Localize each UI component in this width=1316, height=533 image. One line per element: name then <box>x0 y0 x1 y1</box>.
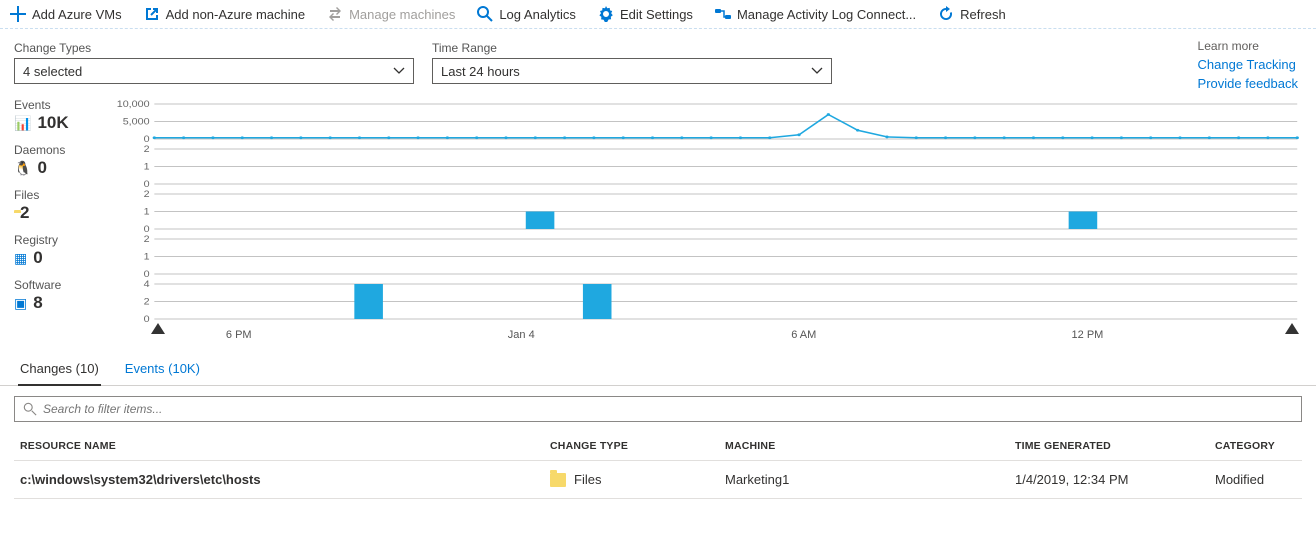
select-value: Last 24 hours <box>441 64 520 79</box>
col-resource[interactable]: RESOURCE NAME <box>20 440 550 452</box>
x-tick: 6 PM <box>226 329 252 341</box>
manage-activity-button[interactable]: Manage Activity Log Connect... <box>715 6 916 22</box>
daemons-icon: 🐧 <box>14 160 31 177</box>
change-tracking-link[interactable]: Change Tracking <box>1198 57 1298 72</box>
cell-machine: Marketing1 <box>725 472 1015 487</box>
svg-text:0: 0 <box>144 270 151 278</box>
search-icon <box>23 402 37 416</box>
events-icon: 📊 <box>14 115 31 132</box>
software-metric-name: Software <box>14 278 109 292</box>
change-types-select[interactable]: 4 selected <box>14 58 414 84</box>
svg-text:1: 1 <box>144 162 151 172</box>
results-table: RESOURCE NAME CHANGE TYPE MACHINE TIME G… <box>0 432 1316 511</box>
svg-text:4: 4 <box>144 280 151 290</box>
software-icon: ▣ <box>14 295 27 312</box>
change-types-label: Change Types <box>14 41 414 55</box>
learn-more-panel: Learn more Change Tracking Provide feedb… <box>1198 39 1298 91</box>
registry-icon: ▦ <box>14 250 27 267</box>
toolbar-label: Edit Settings <box>620 7 693 22</box>
svg-text:10,000: 10,000 <box>117 100 150 110</box>
events-metric-name: Events <box>14 98 109 112</box>
range-handle-left[interactable] <box>151 323 165 334</box>
events-metric-value: 10K <box>37 113 68 133</box>
svg-text:0: 0 <box>144 225 151 233</box>
folder-icon <box>550 473 566 487</box>
tab-events[interactable]: Events (10K) <box>123 355 202 385</box>
chart-strip-files: 0 1 2 <box>109 188 1302 233</box>
plus-icon <box>10 6 26 22</box>
refresh-button[interactable]: Refresh <box>938 6 1006 22</box>
chevron-down-icon <box>393 65 405 77</box>
chart-strip-registry: 0 1 2 <box>109 233 1302 278</box>
x-axis: 6 PM Jan 4 6 AM 12 PM <box>0 323 1316 351</box>
search-box[interactable] <box>14 396 1302 422</box>
svg-text:0: 0 <box>144 315 151 323</box>
toolbar-label: Log Analytics <box>499 7 576 22</box>
files-metric-name: Files <box>14 188 109 202</box>
toolbar-label: Add Azure VMs <box>32 7 122 22</box>
svg-text:0: 0 <box>144 135 151 143</box>
provide-feedback-link[interactable]: Provide feedback <box>1198 76 1298 91</box>
add-azure-vms-button[interactable]: Add Azure VMs <box>10 6 122 22</box>
cell-category: Modified <box>1215 472 1296 487</box>
svg-text:1: 1 <box>144 207 151 217</box>
cell-resource: c:\windows\system32\drivers\etc\hosts <box>20 472 550 487</box>
registry-metric-name: Registry <box>14 233 109 247</box>
col-time[interactable]: TIME GENERATED <box>1015 440 1215 452</box>
toolbar: Add Azure VMs Add non-Azure machine Mana… <box>0 0 1316 29</box>
select-value: 4 selected <box>23 64 82 79</box>
x-tick: Jan 4 <box>508 329 535 341</box>
x-tick: 12 PM <box>1072 329 1104 341</box>
software-metric-value: 8 <box>33 293 42 313</box>
tabs: Changes (10) Events (10K) <box>0 353 1316 386</box>
time-range-label: Time Range <box>432 41 832 55</box>
table-row[interactable]: c:\windows\system32\drivers\etc\hosts Fi… <box>14 461 1302 499</box>
svg-text:5,000: 5,000 <box>123 117 150 127</box>
refresh-icon <box>938 6 954 22</box>
time-range-select[interactable]: Last 24 hours <box>432 58 832 84</box>
col-change-type[interactable]: CHANGE TYPE <box>550 440 725 452</box>
files-metric-value: 2 <box>20 203 29 223</box>
toolbar-label: Manage machines <box>349 7 455 22</box>
chart-strip-events: 0 5,000 10,000 <box>109 98 1302 143</box>
registry-metric-value: 0 <box>33 248 42 268</box>
controls-row: Change Types 4 selected Time Range Last … <box>0 29 1316 88</box>
toolbar-label: Manage Activity Log Connect... <box>737 7 916 22</box>
col-category[interactable]: CATEGORY <box>1215 440 1296 452</box>
svg-text:2: 2 <box>144 190 150 200</box>
svg-text:2: 2 <box>144 297 150 307</box>
svg-text:0: 0 <box>144 180 151 188</box>
log-analytics-button[interactable]: Log Analytics <box>477 6 576 22</box>
external-icon <box>144 6 160 22</box>
svg-text:1: 1 <box>144 252 151 262</box>
search-icon <box>477 6 493 22</box>
metrics-area: Events 📊 10K Daemons 🐧 0 Files 2 Registr… <box>0 88 1316 323</box>
charts-column: 0 5,000 10,000 0 1 2 0 1 2 0 1 2 0 2 4 <box>109 98 1302 323</box>
edit-settings-button[interactable]: Edit Settings <box>598 6 693 22</box>
toolbar-label: Refresh <box>960 7 1006 22</box>
cell-time: 1/4/2019, 12:34 PM <box>1015 472 1215 487</box>
add-non-azure-button[interactable]: Add non-Azure machine <box>144 6 305 22</box>
range-handle-right[interactable] <box>1285 323 1299 334</box>
learn-more-title: Learn more <box>1198 39 1298 53</box>
gear-icon <box>598 6 614 22</box>
svg-text:2: 2 <box>144 145 150 155</box>
chart-strip-software: 0 2 4 <box>109 278 1302 323</box>
manage-machines-button: Manage machines <box>327 6 455 22</box>
x-tick: 6 AM <box>791 329 816 341</box>
connect-icon <box>715 6 731 22</box>
search-input[interactable] <box>43 402 1293 416</box>
swap-icon <box>327 6 343 22</box>
tab-changes[interactable]: Changes (10) <box>18 355 101 386</box>
chevron-down-icon <box>811 65 823 77</box>
daemons-metric-name: Daemons <box>14 143 109 157</box>
cell-change-type: Files <box>550 472 725 487</box>
col-machine[interactable]: MACHINE <box>725 440 1015 452</box>
chart-strip-daemons: 0 1 2 <box>109 143 1302 188</box>
daemons-metric-value: 0 <box>37 158 46 178</box>
svg-text:2: 2 <box>144 235 150 245</box>
toolbar-label: Add non-Azure machine <box>166 7 305 22</box>
